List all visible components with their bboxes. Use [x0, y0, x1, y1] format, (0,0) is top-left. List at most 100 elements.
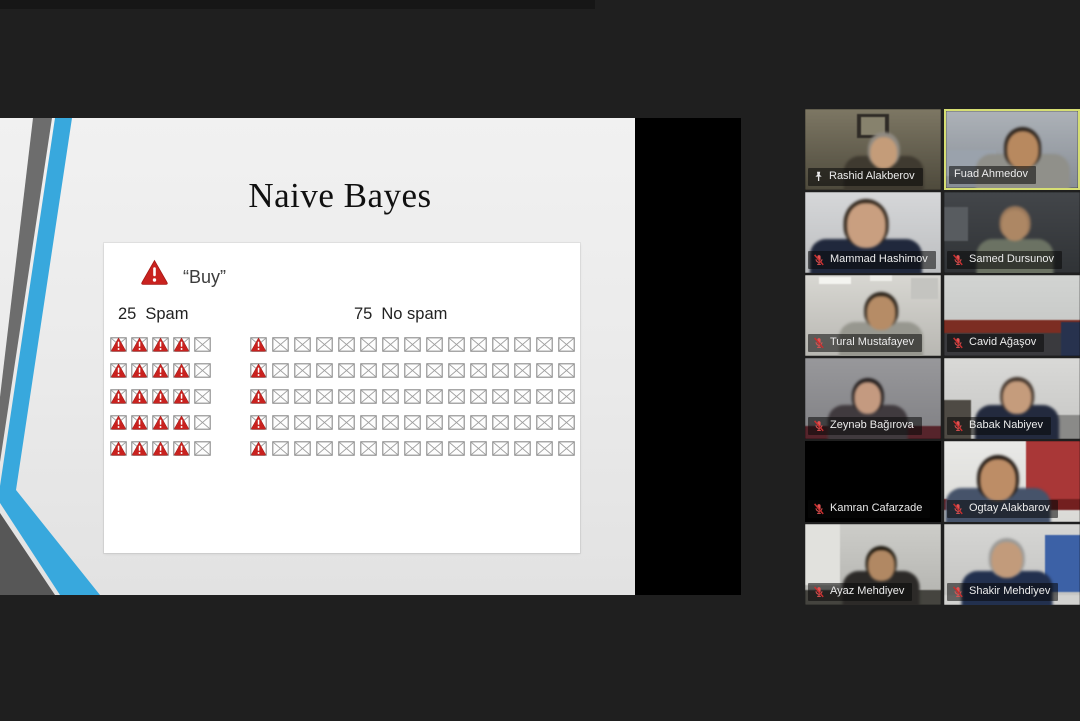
envelope-icon — [382, 363, 399, 378]
participant-tile[interactable]: Kamran Cafarzade — [805, 441, 941, 522]
envelope-icon — [404, 441, 421, 456]
spam-envelope-icon — [131, 389, 148, 404]
envelope-icon — [382, 441, 399, 456]
envelope-icon — [558, 337, 575, 352]
screen-share-region: Naive Bayes “Buy” 25 Spam — [0, 118, 741, 595]
envelope-icon — [272, 389, 289, 404]
envelope-icon — [492, 415, 509, 430]
envelope-icon — [272, 441, 289, 456]
envelope-icon — [558, 441, 575, 456]
participant-name-label: Ayaz Mehdiyev — [808, 583, 912, 601]
participant-tile[interactable]: Shakir Mehdiyev — [944, 524, 1080, 605]
participant-tile[interactable]: Babak Nabiyev — [944, 358, 1080, 439]
nospam-label: No spam — [381, 305, 447, 324]
participant-name-label: Babak Nabiyev — [947, 417, 1051, 435]
participant-name-label: Zeynəb Bağırova — [808, 417, 922, 435]
envelope-icon — [294, 337, 311, 352]
envelope-icon — [338, 337, 355, 352]
envelope-icon — [536, 337, 553, 352]
participant-tile[interactable]: Rashid Alakberov — [805, 109, 941, 190]
envelope-icon — [492, 337, 509, 352]
participant-tile[interactable]: Cavid Ağaşov — [944, 275, 1080, 356]
envelope-icon — [272, 337, 289, 352]
envelope-icon — [316, 337, 333, 352]
participant-name: Fuad Ahmedov — [954, 168, 1028, 181]
participant-tile[interactable]: Zeynəb Bağırova — [805, 358, 941, 439]
nospam-icon-grid — [250, 337, 575, 467]
spam-envelope-icon — [173, 363, 190, 378]
envelope-icon — [194, 337, 211, 352]
nospam-group-header: 75 No spam — [354, 305, 447, 324]
icon-row — [250, 363, 575, 378]
envelope-icon — [492, 441, 509, 456]
participant-name-label: Shakir Mehdiyev — [947, 583, 1058, 601]
spam-envelope-icon — [250, 389, 267, 404]
spam-word-callout: “Buy” — [140, 259, 226, 291]
spam-envelope-icon — [131, 337, 148, 352]
mic-off-icon — [813, 254, 825, 266]
envelope-icon — [360, 441, 377, 456]
icon-row — [110, 415, 211, 430]
spam-envelope-icon — [152, 363, 169, 378]
video-background-detail — [1061, 322, 1080, 356]
spam-envelope-icon — [152, 389, 169, 404]
envelope-icon — [426, 363, 443, 378]
participant-tile[interactable]: Samed Dursunov — [944, 192, 1080, 273]
spam-envelope-icon — [110, 441, 127, 456]
envelope-icon — [470, 363, 487, 378]
spam-envelope-icon — [131, 415, 148, 430]
envelope-icon — [272, 415, 289, 430]
spam-group-header: 25 Spam — [118, 305, 188, 324]
spam-envelope-icon — [110, 415, 127, 430]
participant-tile[interactable]: Tural Mustafayev — [805, 275, 941, 356]
envelope-icon — [448, 363, 465, 378]
envelope-icon — [514, 389, 531, 404]
spam-envelope-icon — [131, 363, 148, 378]
envelope-icon — [426, 415, 443, 430]
mic-off-icon — [952, 420, 964, 432]
participant-tile[interactable]: Ogtay Alakbarov — [944, 441, 1080, 522]
pin-icon — [813, 171, 824, 182]
icon-row — [110, 441, 211, 456]
envelope-icon — [316, 415, 333, 430]
envelope-icon — [558, 363, 575, 378]
participant-tile[interactable]: Fuad Ahmedov — [944, 109, 1080, 190]
envelope-icon — [316, 389, 333, 404]
mic-off-icon — [813, 337, 825, 349]
spam-envelope-icon — [250, 441, 267, 456]
envelope-icon — [194, 389, 211, 404]
participant-name-label: Samed Dursunov — [947, 251, 1062, 269]
envelope-icon — [470, 337, 487, 352]
icon-row — [250, 441, 575, 456]
envelope-icon — [492, 363, 509, 378]
envelope-icon — [338, 363, 355, 378]
participant-tile[interactable]: Mammad Hashimov — [805, 192, 941, 273]
envelope-icon — [382, 389, 399, 404]
app-background: Naive Bayes “Buy” 25 Spam — [0, 0, 1080, 721]
envelope-icon — [558, 389, 575, 404]
envelope-icon — [404, 389, 421, 404]
participant-gallery: Rashid Alakberov Fuad Ahmedov Mammad Hash… — [805, 109, 1080, 605]
spam-envelope-icon — [173, 337, 190, 352]
envelope-icon — [536, 415, 553, 430]
participant-tile[interactable]: Ayaz Mehdiyev — [805, 524, 941, 605]
window-top-strip — [0, 0, 595, 9]
mic-off-icon — [952, 586, 964, 598]
envelope-icon — [194, 415, 211, 430]
spam-envelope-icon — [152, 337, 169, 352]
spam-envelope-icon — [110, 337, 127, 352]
spam-envelope-icon — [173, 415, 190, 430]
spam-count: 25 — [118, 305, 136, 324]
envelope-icon — [404, 363, 421, 378]
envelope-icon — [360, 337, 377, 352]
mic-off-icon — [952, 254, 964, 266]
envelope-icon — [448, 415, 465, 430]
participant-name: Kamran Cafarzade — [830, 502, 922, 515]
participant-name: Shakir Mehdiyev — [969, 585, 1050, 598]
envelope-icon — [492, 389, 509, 404]
envelope-icon — [426, 337, 443, 352]
envelope-icon — [194, 441, 211, 456]
participant-name: Cavid Ağaşov — [969, 336, 1036, 349]
envelope-icon — [294, 415, 311, 430]
envelope-icon — [470, 389, 487, 404]
